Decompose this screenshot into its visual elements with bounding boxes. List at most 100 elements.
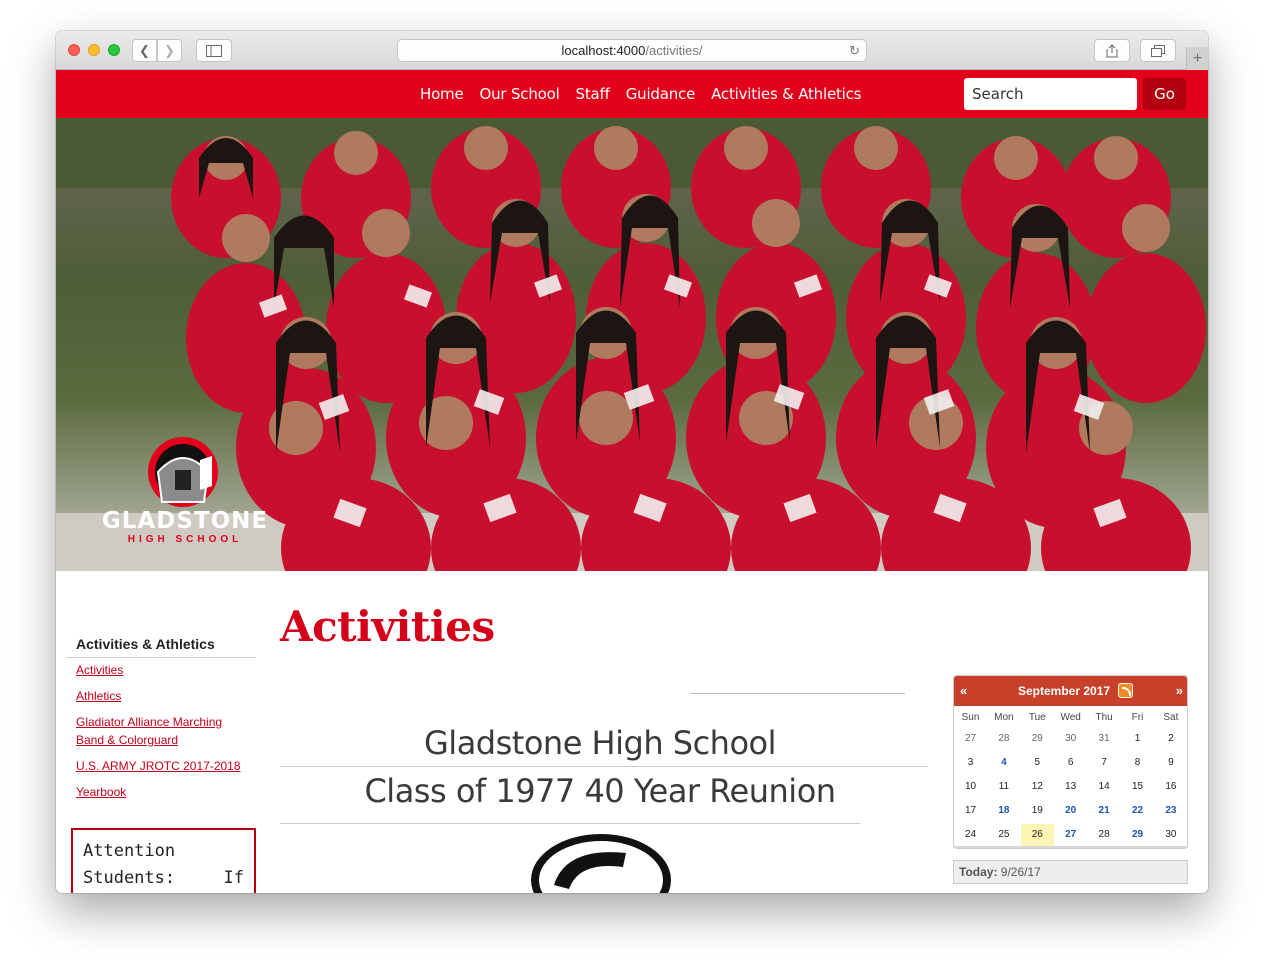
gladiator-helmet-icon xyxy=(148,437,218,507)
sidebar-link-yearbook[interactable]: Yearbook xyxy=(76,783,241,801)
new-tab-button[interactable]: + xyxy=(1186,47,1208,70)
calendar-day[interactable]: 17 xyxy=(954,800,987,822)
search-go-button[interactable]: Go xyxy=(1143,78,1186,110)
calendar-weekday: Sat xyxy=(1163,712,1179,723)
share-button[interactable] xyxy=(1094,39,1130,62)
calendar-day[interactable]: 29 xyxy=(1121,824,1154,846)
url-host: localhost:4000 xyxy=(561,43,646,58)
calendar-day[interactable]: 6 xyxy=(1054,752,1087,774)
sidebar-divider xyxy=(66,657,256,658)
event-calendar: « September 2017 » Sun Mon Tue Wed Thu Fri Sat… xyxy=(953,675,1188,849)
calendar-day[interactable]: 30 xyxy=(1054,728,1087,750)
sidebar-title: Activities & Athletics xyxy=(76,636,215,652)
calendar-day[interactable]: 15 xyxy=(1121,776,1154,798)
top-navigation: Home Our School Staff Guidance Activitie… xyxy=(56,70,1208,118)
reload-icon[interactable]: ↻ xyxy=(849,43,860,59)
calendar-day[interactable]: 3 xyxy=(954,752,987,774)
calendar-next-month[interactable]: » xyxy=(1176,683,1183,698)
today-display: Today: 9/26/17 xyxy=(953,860,1188,884)
logo-text: GLADSTONE xyxy=(101,508,269,534)
calendar-day[interactable]: 11 xyxy=(987,776,1020,798)
calendar-day[interactable]: 30 xyxy=(1154,824,1187,846)
calendar-day[interactable]: 23 xyxy=(1154,800,1187,822)
sidebar-link-activities[interactable]: Activities xyxy=(76,661,241,679)
today-label: Today: xyxy=(959,865,998,879)
forward-button[interactable]: ❯ xyxy=(157,39,182,62)
maximize-window-button[interactable] xyxy=(108,44,120,56)
tabs-icon xyxy=(1151,44,1165,57)
url-path: /activities/ xyxy=(645,43,703,58)
attention-notice: Attention Students: If you xyxy=(71,828,256,893)
g-logo-icon xyxy=(531,834,671,893)
calendar-day[interactable]: 18 xyxy=(987,800,1020,822)
calendar-day[interactable]: 5 xyxy=(1021,752,1054,774)
calendar-day[interactable]: 12 xyxy=(1021,776,1054,798)
flyer-rule xyxy=(280,766,928,767)
sidebar-link-athletics[interactable]: Athletics xyxy=(76,687,241,705)
plus-icon: + xyxy=(1192,49,1203,67)
calendar-weekday: Fri xyxy=(1131,712,1144,723)
back-button[interactable]: ❮ xyxy=(132,39,157,62)
calendar-day[interactable]: 14 xyxy=(1088,776,1121,798)
share-icon xyxy=(1106,43,1118,57)
calendar-header: « September 2017 » xyxy=(954,676,1187,706)
calendar-day[interactable]: 26 xyxy=(1020,824,1054,846)
calendar-day[interactable]: 27 xyxy=(954,728,987,750)
calendar-day[interactable]: 24 xyxy=(954,824,987,846)
flyer-subheading: Class of 1977 40 Year Reunion xyxy=(364,772,836,810)
calendar-day[interactable]: 16 xyxy=(1154,776,1187,798)
calendar-footer-bar xyxy=(954,846,1187,848)
calendar-day[interactable]: 13 xyxy=(1054,776,1087,798)
calendar-day[interactable]: 28 xyxy=(1088,824,1121,846)
calendar-prev-month[interactable]: « xyxy=(960,683,967,698)
calendar-day[interactable]: 27 xyxy=(1054,824,1087,846)
calendar-day[interactable]: 19 xyxy=(1021,800,1054,822)
calendar-day[interactable]: 25 xyxy=(987,824,1020,846)
calendar-day[interactable]: 21 xyxy=(1088,800,1121,822)
address-bar[interactable]: localhost:4000/activities/ ↻ xyxy=(397,39,867,62)
page-title: Activities xyxy=(280,602,495,651)
minimize-window-button[interactable] xyxy=(88,44,100,56)
calendar-day[interactable]: 31 xyxy=(1088,728,1121,750)
calendar-day[interactable]: 9 xyxy=(1154,752,1187,774)
browser-titlebar: ❮ ❯ localhost:4000/activities/ ↻ + xyxy=(56,31,1208,70)
flyer-rule xyxy=(690,693,905,694)
flyer-rule xyxy=(280,823,860,824)
calendar-weekday: Thu xyxy=(1095,712,1113,723)
calendar-day[interactable]: 1 xyxy=(1121,728,1154,750)
calendar-day[interactable]: 7 xyxy=(1088,752,1121,774)
calendar-day[interactable]: 28 xyxy=(987,728,1020,750)
nav-home[interactable]: Home xyxy=(420,85,464,103)
nav-staff[interactable]: Staff xyxy=(576,85,610,103)
flyer-heading: Gladstone High School xyxy=(424,724,777,762)
sidebar-toggle-button[interactable] xyxy=(196,39,232,62)
calendar-day[interactable]: 29 xyxy=(1021,728,1054,750)
calendar-day[interactable]: 22 xyxy=(1121,800,1154,822)
rss-icon[interactable] xyxy=(1118,683,1133,698)
calendar-weekday: Mon xyxy=(994,712,1014,723)
browser-window: ❮ ❯ localhost:4000/activities/ ↻ + Home … xyxy=(56,31,1208,893)
calendar-weekday: Tue xyxy=(1028,712,1046,723)
reunion-flyer-image[interactable]: Gladstone High School Class of 1977 40 Y… xyxy=(280,680,928,893)
calendar-weekday: Wed xyxy=(1060,712,1081,723)
show-tabs-button[interactable] xyxy=(1140,39,1176,62)
search-input[interactable] xyxy=(964,78,1137,110)
chevron-right-icon: ❯ xyxy=(164,42,175,58)
sidebar-icon xyxy=(206,44,222,57)
calendar-day[interactable]: 2 xyxy=(1154,728,1187,750)
chevron-left-icon: ❮ xyxy=(139,42,150,58)
calendar-day[interactable]: 10 xyxy=(954,776,987,798)
sidebar-link-marching-band[interactable]: Gladiator Alliance Marching Band & Color… xyxy=(76,713,241,749)
calendar-day[interactable]: 20 xyxy=(1054,800,1087,822)
close-window-button[interactable] xyxy=(68,44,80,56)
nav-activities-athletics[interactable]: Activities & Athletics xyxy=(711,85,861,103)
nav-guidance[interactable]: Guidance xyxy=(626,85,696,103)
school-logo[interactable]: GLADSTONE HIGH SCHOOL xyxy=(80,430,290,550)
nav-our-school[interactable]: Our School xyxy=(480,85,560,103)
calendar-day[interactable]: 8 xyxy=(1121,752,1154,774)
main-menu: Home Our School Staff Guidance Activitie… xyxy=(420,70,877,118)
calendar-weekday: Sun xyxy=(961,712,980,723)
sidebar-link-jrotc[interactable]: U.S. ARMY JROTC 2017-2018 xyxy=(76,757,241,775)
calendar-day[interactable]: 4 xyxy=(987,752,1020,774)
web-page: Home Our School Staff Guidance Activitie… xyxy=(56,70,1208,893)
